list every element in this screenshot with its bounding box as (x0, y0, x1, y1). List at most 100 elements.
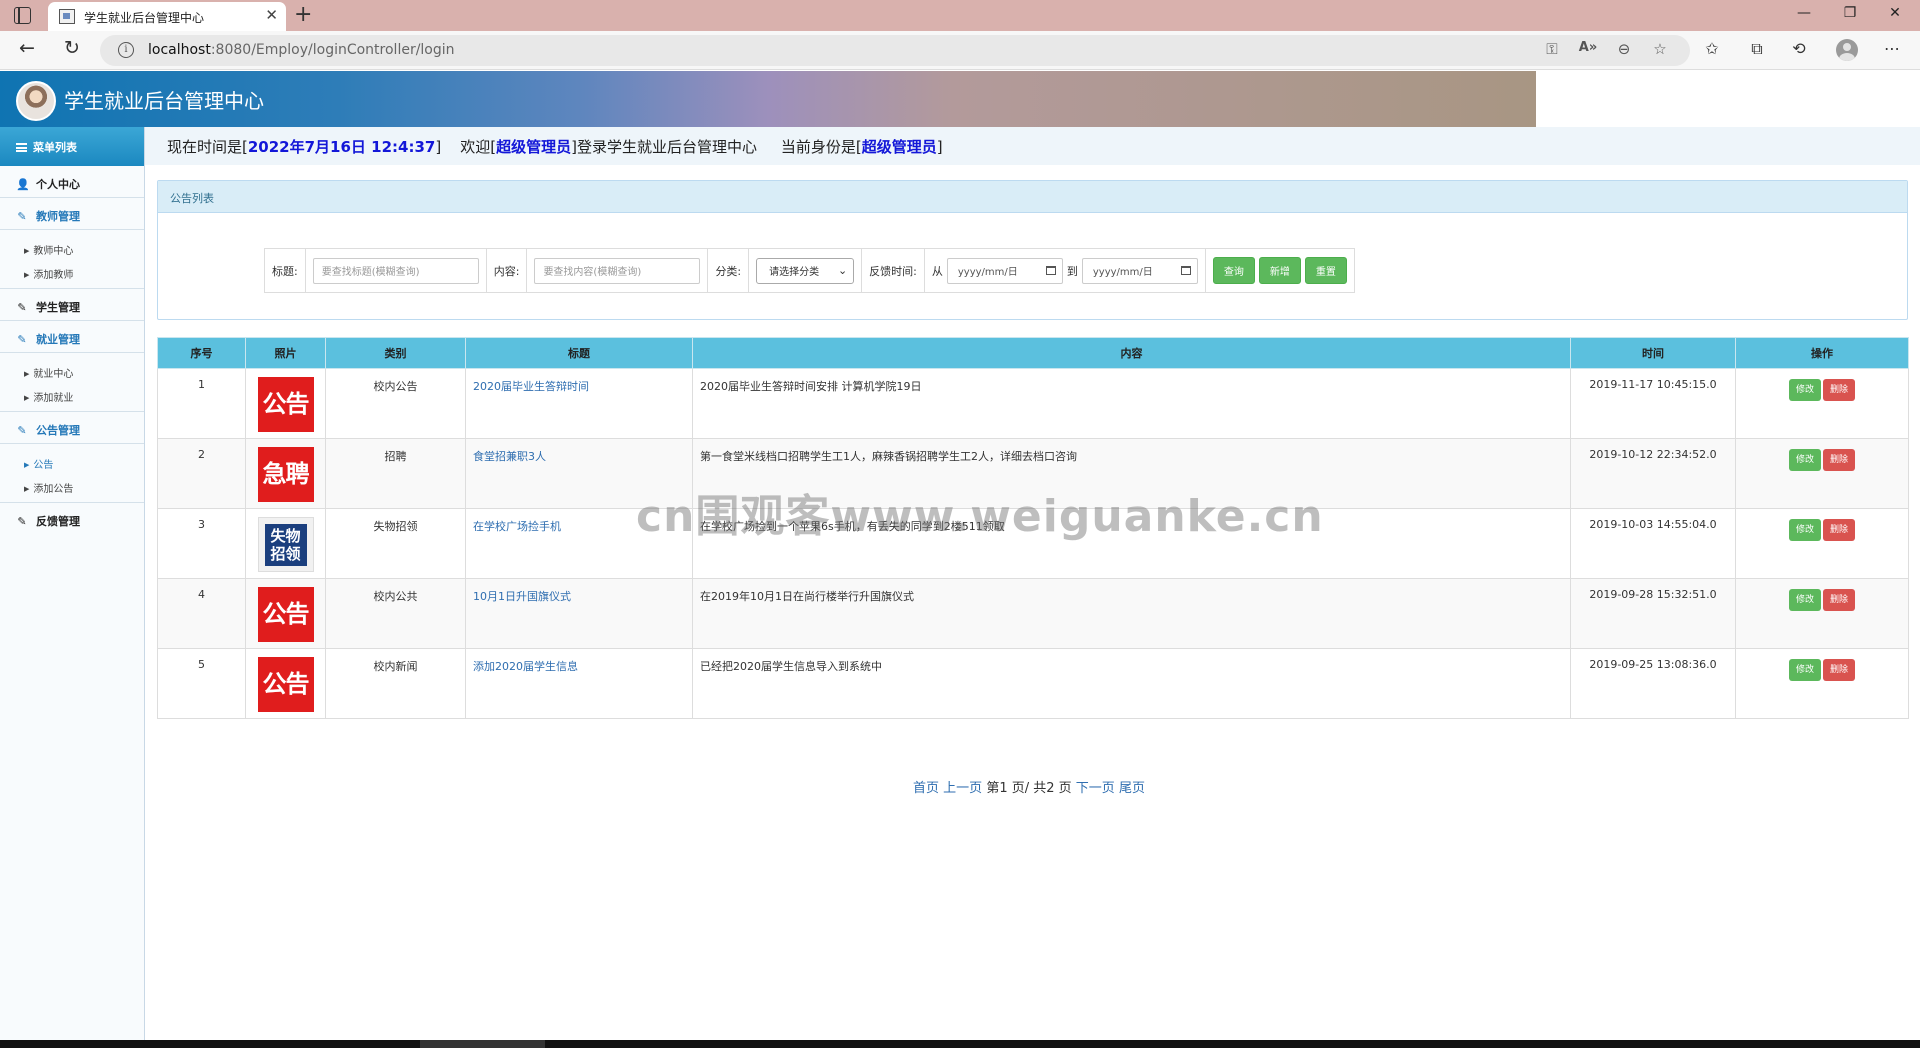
edit-button[interactable]: 修改 (1788, 659, 1821, 681)
notice-list-panel: 公告列表 标题: 要查找标题(模糊查询) 内容: 要查找内容(模糊查询) 分类:… (157, 180, 1908, 320)
sidebar-item-student-mgmt[interactable]: ✎ 学生管理 (0, 289, 144, 321)
start-date-input[interactable]: yyyy/mm/日 (946, 257, 1063, 284)
table-row: 5 公告 校内新闻 添加2020届学生信息 已经把2020届学生信息导入到系统中… (157, 648, 1909, 719)
row-photo-cell: 公告 (245, 368, 326, 439)
prev-page-link[interactable]: 上一页 (943, 781, 982, 796)
sidebar-item-feedback-mgmt[interactable]: ✎ 反馈管理 (0, 503, 144, 535)
col-header-category: 类别 (325, 337, 466, 369)
edit-button[interactable]: 修改 (1788, 519, 1821, 541)
sidebar-item-employ-center[interactable]: ▶ 就业中心 (0, 359, 144, 383)
reset-button[interactable]: 重置 (1304, 257, 1347, 284)
table-row: 1 公告 校内公告 2020届毕业生答辩时间 2020届毕业生答辩时间安排 计算… (157, 368, 1909, 439)
row-content: 在2019年10月1日在尚行楼举行升国旗仪式 (692, 578, 1571, 649)
caret-right-icon: ▶ (24, 394, 30, 402)
history-icon[interactable]: ⟲ (1787, 39, 1811, 58)
collections-icon[interactable]: ⧉ (1745, 39, 1769, 59)
calendar-icon[interactable] (1180, 266, 1191, 275)
close-tab-icon[interactable]: ✕ (265, 6, 278, 24)
restore-icon[interactable]: ❐ (1840, 5, 1860, 21)
edit-button[interactable]: 修改 (1788, 449, 1821, 471)
row-actions: 修改 删除 (1735, 508, 1909, 579)
status-info-bar: 现在时间是[2022年7月16日 12:4:37] 欢迎[超级管理员]登录学生就… (145, 127, 1920, 165)
site-info-icon[interactable]: i (118, 42, 134, 58)
first-page-link[interactable]: 首页 (913, 781, 939, 796)
sidebar-item-notice-mgmt[interactable]: ✎ 公告管理 (0, 412, 144, 444)
tab-title: 学生就业后台管理中心 (84, 11, 205, 25)
minimize-icon[interactable]: — (1794, 5, 1814, 21)
row-content: 已经把2020届学生信息导入到系统中 (692, 648, 1571, 719)
delete-button[interactable]: 删除 (1823, 519, 1856, 541)
row-title-cell: 添加2020届学生信息 (465, 648, 693, 719)
url-text[interactable]: localhost:8080/Employ/loginController/lo… (148, 42, 455, 58)
sidebar-item-add-teacher[interactable]: ▶ 添加教师 (0, 260, 144, 284)
col-header-actions: 操作 (1735, 337, 1909, 369)
delete-button[interactable]: 删除 (1823, 379, 1856, 401)
sidebar: 菜单列表 👤 个人中心 ✎ 教师管理 ▶ 教师中心 ▶ 添加教师 ✎ 学生管理 ✎ 就业管理… (0, 127, 145, 1040)
row-title-link[interactable]: 添加2020届学生信息 (473, 660, 578, 673)
os-taskbar (0, 1040, 1920, 1048)
query-button[interactable]: 查询 (1212, 257, 1255, 284)
title-search-input[interactable]: 要查找标题(模糊查询) (312, 257, 479, 284)
add-favorite-icon[interactable]: ☆ (1650, 40, 1670, 58)
content-label-cell: 内容: (487, 249, 528, 292)
menu-header: 菜单列表 (0, 127, 144, 166)
sidebar-item-personal[interactable]: 👤 个人中心 (0, 166, 144, 198)
edit-button[interactable]: 修改 (1788, 379, 1821, 401)
new-tab-icon[interactable]: + (294, 2, 312, 28)
back-icon[interactable]: ← (14, 37, 40, 59)
row-actions: 修改 删除 (1735, 438, 1909, 509)
chevron-down-icon: ⌄ (837, 264, 848, 277)
row-title-link[interactable]: 10月1日升国旗仪式 (473, 590, 571, 603)
notice-photo: 失物招领 (257, 517, 314, 572)
zoom-out-icon[interactable]: ⊖ (1614, 40, 1634, 58)
notice-photo: 公告 (257, 377, 314, 432)
next-page-link[interactable]: 下一页 (1076, 781, 1115, 796)
caret-right-icon: ▶ (24, 247, 30, 255)
sidebar-toggle-icon[interactable] (14, 7, 31, 24)
app-header: 学生就业后台管理中心 (0, 71, 1536, 127)
delete-button[interactable]: 删除 (1823, 449, 1856, 471)
password-key-icon[interactable]: ⚿ (1542, 40, 1562, 58)
caret-right-icon: ▶ (24, 370, 30, 378)
welcome-user: 超级管理员 (496, 138, 572, 156)
sidebar-item-add-employ[interactable]: ▶ 添加就业 (0, 383, 144, 407)
refresh-icon[interactable]: ↻ (59, 37, 85, 59)
row-photo-cell: 公告 (245, 648, 326, 719)
more-menu-icon[interactable]: ⋯ (1880, 39, 1904, 58)
row-title-link[interactable]: 在学校广场捡手机 (473, 520, 561, 533)
row-no: 4 (157, 578, 246, 649)
browser-tab[interactable]: 学生就业后台管理中心 ✕ (48, 2, 286, 31)
address-bar[interactable]: i localhost:8080/Employ/loginController/… (100, 35, 1690, 66)
caret-right-icon: ▶ (24, 485, 30, 493)
sidebar-item-teacher-mgmt[interactable]: ✎ 教师管理 (0, 198, 144, 230)
sidebar-item-add-notice[interactable]: ▶ 添加公告 (0, 474, 144, 498)
panel-title: 公告列表 (158, 181, 1907, 213)
sidebar-item-employ-mgmt[interactable]: ✎ 就业管理 (0, 321, 144, 353)
last-page-link[interactable]: 尾页 (1119, 781, 1145, 796)
calendar-icon[interactable] (1045, 266, 1056, 275)
category-select[interactable]: 请选择分类 ⌄ (756, 257, 855, 284)
profile-avatar-icon[interactable] (1836, 39, 1858, 61)
sidebar-item-teacher-center[interactable]: ▶ 教师中心 (0, 236, 144, 260)
end-date-input[interactable]: yyyy/mm/日 (1081, 257, 1198, 284)
browser-toolbar: ← ↻ i localhost:8080/Employ/loginControl… (0, 31, 1920, 70)
sidebar-item-notice[interactable]: ▶ 公告 (0, 450, 144, 474)
col-header-title: 标题 (465, 337, 693, 369)
row-no: 5 (157, 648, 246, 719)
menu-header-label: 菜单列表 (33, 141, 77, 154)
delete-button[interactable]: 删除 (1823, 589, 1856, 611)
edit-button[interactable]: 修改 (1788, 589, 1821, 611)
close-window-icon[interactable]: ✕ (1885, 5, 1905, 21)
add-button[interactable]: 新增 (1258, 257, 1301, 284)
row-time: 2019-10-12 22:34:52.0 (1570, 438, 1736, 509)
row-title-link[interactable]: 食堂招兼职3人 (473, 450, 546, 463)
favorites-icon[interactable]: ✩ (1700, 39, 1724, 58)
row-title-link[interactable]: 2020届毕业生答辩时间 (473, 380, 589, 393)
delete-button[interactable]: 删除 (1823, 659, 1856, 681)
row-no: 2 (157, 438, 246, 509)
row-time: 2019-09-25 13:08:36.0 (1570, 648, 1736, 719)
content-search-input[interactable]: 要查找内容(模糊查询) (534, 257, 701, 284)
read-aloud-icon[interactable]: A» (1578, 40, 1598, 55)
watermark: cn围观客www.weiguanke.cn (636, 491, 1324, 542)
table-header-row: 序号 照片 类别 标题 内容 时间 操作 (157, 337, 1909, 369)
